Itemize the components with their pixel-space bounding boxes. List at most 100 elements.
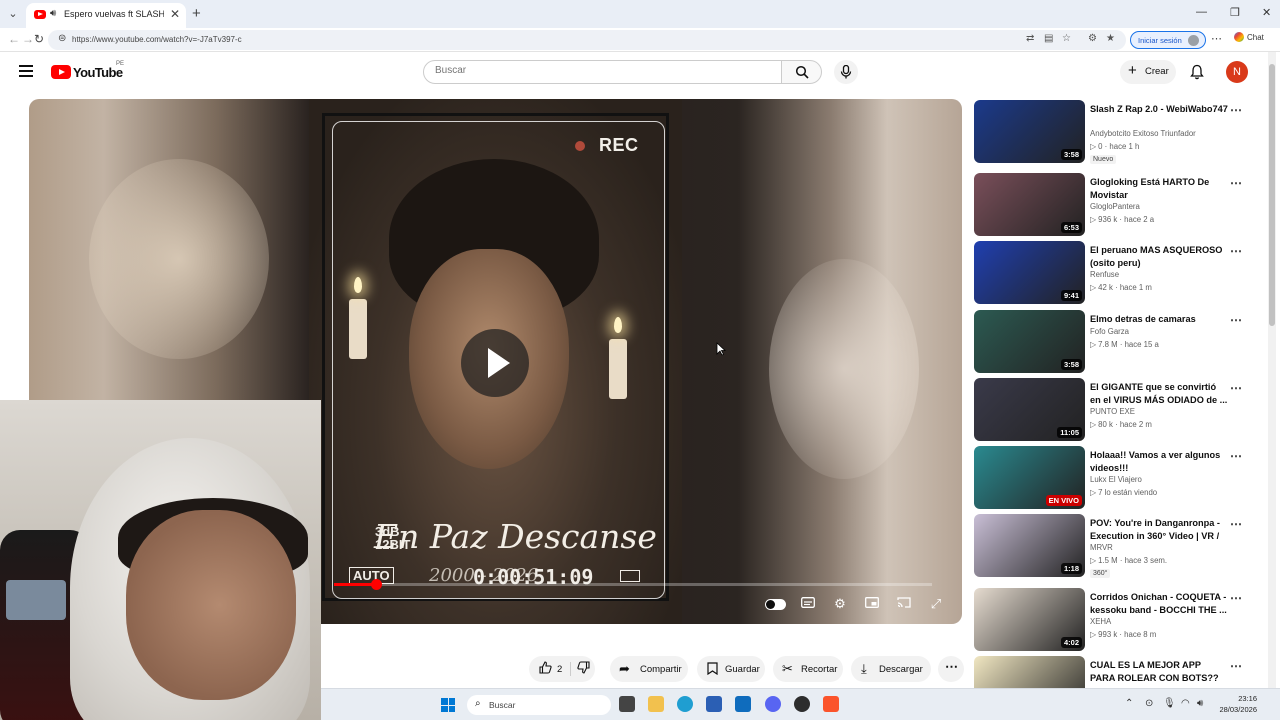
recommendation-channel[interactable]: Fofo Garza	[1090, 327, 1129, 336]
signin-button[interactable]: Iniciar sesión	[1130, 31, 1206, 49]
save-button[interactable]: Guardar	[697, 656, 765, 682]
copilot-chat-button[interactable]: Chat	[1234, 32, 1264, 42]
recommendation-more-icon[interactable]: ⋯	[1230, 381, 1242, 395]
autoplay-toggle[interactable]	[765, 599, 786, 610]
voice-search-button[interactable]	[834, 60, 858, 84]
recommendation-channel[interactable]: Lukx El Viajero	[1090, 475, 1142, 484]
create-button[interactable]: + Crear	[1120, 60, 1176, 84]
fullscreen-icon[interactable]: ⤢	[927, 597, 945, 611]
recommendation-item[interactable]: 6:53 Glogloking Está HARTO De Movistar Glo…	[974, 173, 1254, 239]
recommendation-more-icon[interactable]: ⋯	[1230, 176, 1242, 190]
recommendation-thumbnail[interactable]: 1:18	[974, 514, 1085, 577]
url-omnibox[interactable]: ⊜ https://www.youtube.com/watch?v=-J7aTv…	[48, 30, 1126, 50]
recommendation-thumbnail[interactable]: 9:41	[974, 241, 1085, 304]
recommendation-channel[interactable]: MRVR	[1090, 543, 1113, 552]
back-icon[interactable]: ←	[8, 32, 20, 46]
scrollbar-thumb[interactable]	[1269, 64, 1275, 326]
favorite-star-icon[interactable]: ☆	[1062, 33, 1071, 44]
guide-menu-icon[interactable]	[19, 65, 33, 77]
recommendation-title[interactable]: POV: You're in Danganronpa - Execution i…	[1090, 517, 1228, 543]
video-progress-bar[interactable]	[334, 579, 932, 590]
browser-tab-active[interactable]: 🔊︎ Espero vuelvas ft SLASHPDF ✕	[26, 3, 186, 28]
recommendation-channel[interactable]: Renfuse	[1090, 270, 1119, 279]
account-avatar[interactable]: N	[1226, 61, 1248, 83]
share-button[interactable]: ➦ Compartir	[610, 656, 688, 682]
minimize-icon[interactable]: —	[1196, 6, 1207, 18]
speaker-icon[interactable]: 🔊︎	[50, 8, 56, 19]
dislike-button[interactable]	[577, 661, 590, 677]
search-button[interactable]	[781, 60, 822, 84]
recommendation-thumbnail[interactable]: 3:58	[974, 100, 1085, 163]
clip-button[interactable]: ✂ Recortar	[773, 656, 843, 682]
recommendation-thumbnail[interactable]: EN VIVO	[974, 446, 1085, 509]
network-icon[interactable]: ⊙	[1145, 698, 1153, 709]
extensions-icon[interactable]: ⚙	[1088, 33, 1097, 44]
discord-icon[interactable]	[765, 696, 781, 712]
recommendation-title[interactable]: Elmo detras de camaras	[1090, 313, 1228, 326]
recommendation-channel[interactable]: XEHA	[1090, 617, 1111, 626]
close-window-icon[interactable]: ✕	[1262, 6, 1271, 19]
recommendation-channel[interactable]: GlogloPantera	[1090, 202, 1140, 211]
cast-icon[interactable]	[895, 597, 913, 611]
reload-icon[interactable]: ↻	[34, 32, 44, 46]
browser-menu-icon[interactable]: ⋯	[1211, 32, 1222, 45]
store-icon[interactable]	[706, 696, 722, 712]
wifi-icon[interactable]: ◠	[1181, 698, 1190, 709]
recommendation-thumbnail[interactable]: 4:02	[974, 588, 1085, 651]
new-tab-button[interactable]: +	[192, 5, 201, 22]
scrubber-handle[interactable]	[370, 579, 382, 590]
miniplayer-icon[interactable]	[863, 597, 881, 611]
restore-icon[interactable]: ❐	[1230, 6, 1240, 19]
recommendation-thumbnail[interactable]: 11:05	[974, 378, 1085, 441]
tray-chevron-icon[interactable]: ⌃	[1125, 698, 1133, 709]
recommendation-channel[interactable]: PUNTO EXE	[1090, 407, 1135, 416]
edge-browser-icon[interactable]	[677, 696, 693, 712]
recommendation-more-icon[interactable]: ⋯	[1230, 591, 1242, 605]
settings-gear-icon[interactable]: ⚙	[831, 597, 849, 611]
collections-icon[interactable]: ★	[1106, 33, 1115, 44]
obs-icon[interactable]	[794, 696, 810, 712]
recommendation-item[interactable]: 1:18 POV: You're in Danganronpa - Executi…	[974, 514, 1254, 580]
search-input[interactable]	[435, 65, 765, 76]
recommendation-more-icon[interactable]: ⋯	[1230, 449, 1242, 463]
more-actions-button[interactable]: ⋯	[938, 656, 964, 682]
page-scrollbar[interactable]	[1268, 52, 1276, 688]
file-explorer-icon[interactable]	[648, 696, 664, 712]
recommendation-title[interactable]: CUAL ES LA MEJOR APP PARA ROLEAR CON BOT…	[1090, 659, 1228, 684]
recommendation-thumbnail[interactable]: 3:58	[974, 310, 1085, 373]
recommendation-item[interactable]: EN VIVO Holaaa!! Vamos a ver algunos vide…	[974, 446, 1254, 512]
recommendation-more-icon[interactable]: ⋯	[1230, 244, 1242, 258]
recommendation-more-icon[interactable]: ⋯	[1230, 103, 1242, 117]
reader-icon[interactable]: ▤	[1044, 33, 1053, 44]
brave-browser-icon[interactable]	[823, 696, 839, 712]
recommendation-item[interactable]: 3:58 Slash Z Rap 2.0 - WebiWabo747 Andybot…	[974, 100, 1254, 166]
recommendation-item[interactable]: 9:41 El peruano MAS ASQUEROSO (osito peru…	[974, 241, 1254, 307]
search-box[interactable]	[423, 60, 782, 84]
windows-start-icon[interactable]	[441, 698, 455, 712]
recommendation-title[interactable]: Holaaa!! Vamos a ver algunos videos!!!	[1090, 449, 1228, 474]
subtitles-icon[interactable]	[799, 597, 817, 611]
recommendation-channel[interactable]: Andybotcito Exitoso Triunfador	[1090, 129, 1196, 138]
outlook-icon[interactable]	[735, 696, 751, 712]
recommendation-more-icon[interactable]: ⋯	[1230, 659, 1242, 673]
recommendation-thumbnail[interactable]: 6:53	[974, 173, 1085, 236]
download-button[interactable]: ⤓ Descargar	[851, 656, 931, 682]
system-clock[interactable]: 23:16 28/03/2026	[1197, 693, 1257, 715]
microphone-tray-icon[interactable]: 🎙︎	[1163, 698, 1176, 709]
tab-close-icon[interactable]: ✕	[170, 7, 180, 21]
like-button[interactable]	[539, 661, 552, 677]
tab-list-chevron-icon[interactable]: ⌄	[4, 6, 22, 22]
task-view-icon[interactable]	[619, 696, 635, 712]
recommendation-title[interactable]: Slash Z Rap 2.0 - WebiWabo747	[1090, 103, 1228, 116]
recommendation-title[interactable]: El peruano MAS ASQUEROSO (osito peru)	[1090, 244, 1228, 269]
recommendation-title[interactable]: Corridos Onichan - COQUETA - kessoku ban…	[1090, 591, 1228, 616]
notifications-bell-icon[interactable]	[1190, 64, 1204, 80]
recommendation-more-icon[interactable]: ⋯	[1230, 517, 1242, 531]
forward-icon[interactable]: →	[22, 32, 34, 46]
recommendation-more-icon[interactable]: ⋯	[1230, 313, 1242, 327]
taskbar-search[interactable]: ⌕ Buscar	[467, 695, 611, 715]
recommendation-item[interactable]: 4:02 Corridos Onichan - COQUETA - kessoku…	[974, 588, 1254, 654]
recommendation-item[interactable]: 11:05 El GIGANTE que se convirtió en el V…	[974, 378, 1254, 444]
translate-icon[interactable]: ⇄	[1026, 33, 1034, 44]
recommendation-title[interactable]: El GIGANTE que se convirtió en el VIRUS …	[1090, 381, 1228, 406]
